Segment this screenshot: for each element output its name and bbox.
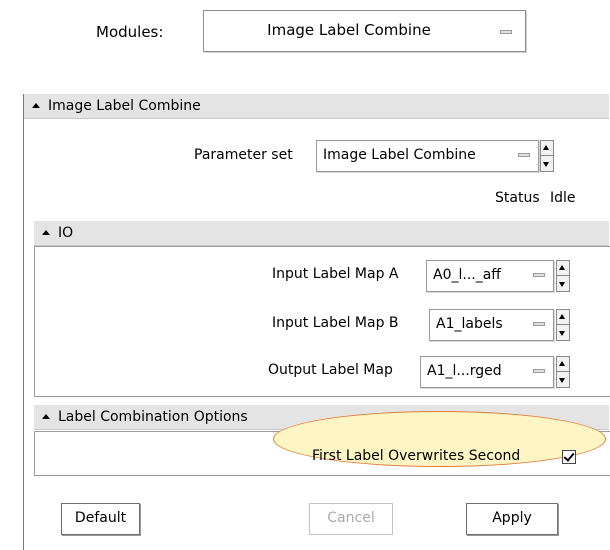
label-combination-options-title: Label Combination Options	[58, 409, 248, 425]
first-label-overwrites-checkbox[interactable]	[562, 450, 576, 464]
io-section-title: IO	[58, 225, 74, 241]
input-label-map-b-label: Input Label Map B	[272, 315, 399, 331]
input-label-map-a-label: Input Label Map A	[272, 266, 399, 282]
apply-button[interactable]: Apply	[466, 503, 558, 535]
dropdown-indicator-icon	[500, 30, 512, 34]
output-label-map-label: Output Label Map	[268, 362, 393, 378]
parameter-set-label: Parameter set	[194, 147, 293, 163]
input-label-map-a-spinner[interactable]	[556, 260, 570, 292]
modules-dropdown-value: Image Label Combine	[267, 21, 431, 39]
spin-down-icon	[559, 282, 565, 287]
input-label-map-a-value: A0_l..._aff	[433, 267, 501, 283]
spin-up-icon	[559, 361, 565, 366]
first-label-overwrites-label: First Label Overwrites Second	[312, 448, 521, 464]
output-label-map-spinner[interactable]	[556, 356, 570, 388]
spin-down-icon	[543, 162, 549, 167]
input-label-map-b-spinner[interactable]	[556, 309, 570, 341]
module-panel: Image Label Combine Parameter set Image …	[23, 94, 610, 550]
collapse-arrow-icon	[42, 229, 50, 235]
module-panel-title: Image Label Combine	[48, 98, 201, 114]
status-label: Status	[495, 190, 540, 206]
cancel-button[interactable]: Cancel	[309, 503, 393, 535]
default-button[interactable]: Default	[61, 503, 140, 535]
checkmark-icon	[563, 450, 575, 462]
spin-down-icon	[559, 331, 565, 336]
modules-dropdown[interactable]: Image Label Combine	[203, 10, 526, 52]
input-label-map-a-dropdown[interactable]: A0_l..._aff	[426, 260, 554, 292]
collapse-arrow-icon	[42, 413, 50, 419]
dropdown-indicator-icon	[533, 369, 545, 373]
parameter-set-value: Image Label Combine	[323, 147, 476, 163]
modules-label: Modules:	[96, 23, 164, 41]
dropdown-indicator-icon	[533, 322, 545, 326]
parameter-set-dropdown[interactable]: Image Label Combine	[316, 140, 539, 172]
spin-down-icon	[559, 378, 565, 383]
input-label-map-b-value: A1_labels	[436, 316, 503, 332]
dropdown-indicator-icon	[518, 153, 530, 157]
status-value: Idle	[550, 190, 576, 206]
input-label-map-b-dropdown[interactable]: A1_labels	[429, 309, 554, 341]
collapse-arrow-icon	[32, 102, 40, 108]
module-panel-header[interactable]: Image Label Combine	[24, 94, 609, 119]
spin-up-icon	[559, 314, 565, 319]
output-label-map-dropdown[interactable]: A1_l...rged	[420, 356, 554, 388]
output-label-map-value: A1_l...rged	[427, 363, 502, 379]
parameter-set-spinner[interactable]	[540, 140, 554, 172]
spin-up-icon	[543, 145, 549, 150]
spin-up-icon	[559, 265, 565, 270]
dropdown-indicator-icon	[533, 273, 545, 277]
io-section-header[interactable]: IO	[34, 221, 609, 246]
